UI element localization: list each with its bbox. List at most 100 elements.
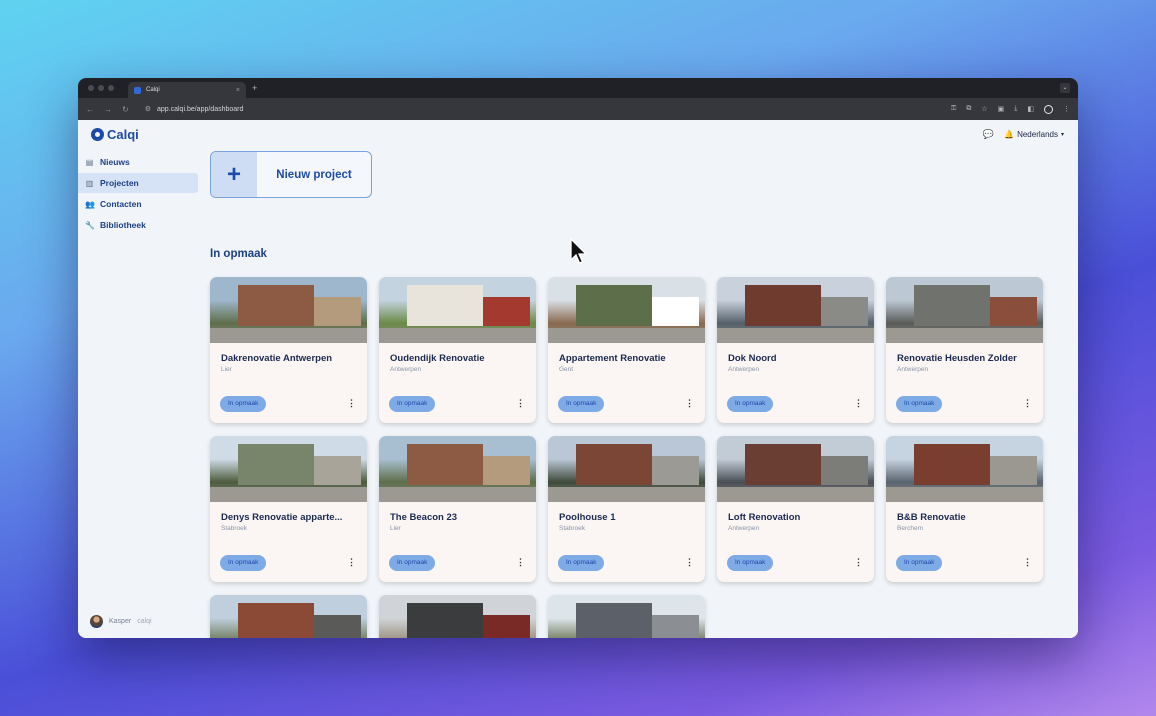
status-badge: In opmaak: [896, 555, 943, 571]
project-city: Antwerpen: [897, 366, 929, 373]
window-controls[interactable]: [88, 85, 114, 91]
sidebar-item-contacten[interactable]: 👥 Contacten: [78, 194, 198, 214]
project-photo: [548, 436, 705, 502]
more-options-icon[interactable]: ⋮: [1023, 398, 1032, 409]
sidebar-item-label: Contacten: [100, 199, 142, 209]
project-card[interactable]: [210, 595, 367, 638]
tab-close-icon[interactable]: ×: [236, 87, 240, 94]
newspaper-icon: ▤: [85, 157, 94, 167]
logo-text: Calqi: [107, 127, 139, 142]
project-photo: [548, 595, 705, 638]
sidebar-item-label: Bibliotheek: [100, 220, 146, 230]
close-window-button[interactable]: [88, 85, 94, 91]
address-bar-actions: ⚿ ⧉ ☆ ▣ ⤓ ◧ ⋮: [951, 104, 1070, 114]
project-card[interactable]: Appartement Renovatie Gent In opmaak ⋮: [548, 277, 705, 423]
project-city: Lier: [390, 525, 401, 532]
sidebar-item-label: Nieuws: [100, 157, 130, 167]
sidebar-item-label: Projecten: [100, 178, 139, 188]
url-field[interactable]: ⚙ app.calqi.be/app/dashboard: [145, 105, 941, 114]
status-badge: In opmaak: [220, 555, 267, 571]
project-card[interactable]: Poolhouse 1 Stabroek In opmaak ⋮: [548, 436, 705, 582]
tab-search-button[interactable]: ⌄: [1060, 83, 1070, 93]
project-card[interactable]: B&B Renovatie Berchem In opmaak ⋮: [886, 436, 1043, 582]
url-text[interactable]: app.calqi.be/app/dashboard: [157, 106, 243, 113]
project-title: Loft Renovation: [728, 512, 801, 523]
new-tab-button[interactable]: +: [252, 83, 257, 93]
chevron-down-icon: ▾: [1060, 132, 1064, 138]
people-icon: 👥: [85, 199, 95, 209]
browser-tab[interactable]: Calqi ×: [128, 82, 246, 98]
forward-icon[interactable]: →: [104, 105, 112, 114]
project-city: Gent: [559, 366, 574, 373]
project-card[interactable]: Renovatie Heusden Zolder Antwerpen In opma…: [886, 277, 1043, 423]
password-key-icon[interactable]: ⚿: [951, 105, 956, 113]
chat-icon[interactable]: 💬: [983, 129, 994, 140]
project-card[interactable]: Oudendijk Renovatie Antwerpen In opmaak ⋮: [379, 277, 536, 423]
new-project-label: Nieuw project: [276, 168, 352, 181]
maximize-window-button[interactable]: [108, 85, 114, 91]
project-photo: [210, 436, 367, 502]
status-badge: In opmaak: [727, 396, 774, 412]
project-photo: [210, 595, 367, 638]
user-profile[interactable]: Kasper calqi: [90, 615, 152, 628]
back-icon[interactable]: ←: [86, 105, 94, 114]
address-bar: ← → ↻ ⚙ app.calqi.be/app/dashboard ⚿ ⧉ ☆…: [78, 98, 1078, 120]
download-icon[interactable]: ⤓: [1014, 105, 1017, 113]
language-selector[interactable]: 🔔 Nederlands ▾: [1004, 130, 1064, 139]
project-city: Antwerpen: [390, 366, 422, 373]
more-options-icon[interactable]: ⋮: [1023, 557, 1032, 568]
more-options-icon[interactable]: ⋮: [347, 557, 356, 568]
more-options-icon[interactable]: ⋮: [347, 398, 356, 409]
project-card[interactable]: [379, 595, 536, 638]
project-title: Denys Renovatie apparte...: [221, 512, 343, 523]
bell-icon: 🔔: [1004, 130, 1015, 139]
status-badge: In opmaak: [389, 396, 436, 412]
building-icon: ▥: [85, 178, 94, 188]
more-options-icon[interactable]: ⋮: [516, 557, 525, 568]
language-label: Nederlands: [1017, 130, 1058, 139]
project-city: Antwerpen: [728, 525, 760, 532]
site-info-icon[interactable]: ⚙: [145, 105, 151, 113]
profile-icon[interactable]: [1044, 104, 1053, 114]
extensions-icon[interactable]: ▣: [998, 105, 1005, 113]
project-city: Stabroek: [221, 525, 248, 532]
project-city: Berchem: [897, 525, 924, 532]
more-options-icon[interactable]: ⋮: [854, 557, 863, 568]
project-card[interactable]: [548, 595, 705, 638]
more-options-icon[interactable]: ⋮: [685, 557, 694, 568]
tab-title: Calqi: [146, 87, 160, 93]
project-card[interactable]: Dakrenovatie Antwerpen Lier In opmaak ⋮: [210, 277, 367, 423]
sidebar-item-bibliotheek[interactable]: 🔧 Bibliotheek: [78, 215, 198, 235]
status-badge: In opmaak: [220, 396, 267, 412]
project-card[interactable]: The Beacon 23 Lier In opmaak ⋮: [379, 436, 536, 582]
project-city: Lier: [221, 366, 232, 373]
project-photo: [379, 595, 536, 638]
reload-icon[interactable]: ↻: [122, 105, 129, 114]
section-title: In opmaak: [210, 248, 267, 260]
project-city: Stabroek: [559, 525, 586, 532]
calqi-logo[interactable]: Calqi: [91, 127, 139, 142]
status-badge: In opmaak: [389, 555, 436, 571]
project-card[interactable]: Loft Renovation Antwerpen In opmaak ⋮: [717, 436, 874, 582]
plus-icon: +: [211, 152, 257, 197]
open-in-icon[interactable]: ⧉: [966, 105, 971, 113]
sidebar-item-projecten[interactable]: ▥ Projecten: [78, 173, 198, 193]
sidebar-item-nieuws[interactable]: ▤ Nieuws: [78, 152, 198, 172]
project-photo: [886, 277, 1043, 343]
project-card[interactable]: Denys Renovatie apparte... Stabroek In opm…: [210, 436, 367, 582]
minimize-window-button[interactable]: [98, 85, 104, 91]
project-title: Poolhouse 1: [559, 512, 616, 523]
avatar: [90, 615, 103, 628]
project-title: Oudendijk Renovatie: [390, 353, 485, 364]
project-card[interactable]: Dok Noord Antwerpen In opmaak ⋮: [717, 277, 874, 423]
more-options-icon[interactable]: ⋮: [854, 398, 863, 409]
more-options-icon[interactable]: ⋮: [685, 398, 694, 409]
status-badge: In opmaak: [558, 555, 605, 571]
sidepanel-icon[interactable]: ◧: [1027, 105, 1034, 113]
browser-menu-icon[interactable]: ⋮: [1063, 105, 1070, 113]
more-options-icon[interactable]: ⋮: [516, 398, 525, 409]
calqi-app: Calqi ▤ Nieuws ▥ Projecten 👥 Contacten 🔧: [78, 120, 1078, 638]
new-project-button[interactable]: + Nieuw project: [210, 151, 372, 198]
browser-window: Calqi × + ⌄ ← → ↻ ⚙ app.calqi.be/app/das…: [78, 78, 1078, 638]
bookmark-star-icon[interactable]: ☆: [981, 105, 987, 113]
